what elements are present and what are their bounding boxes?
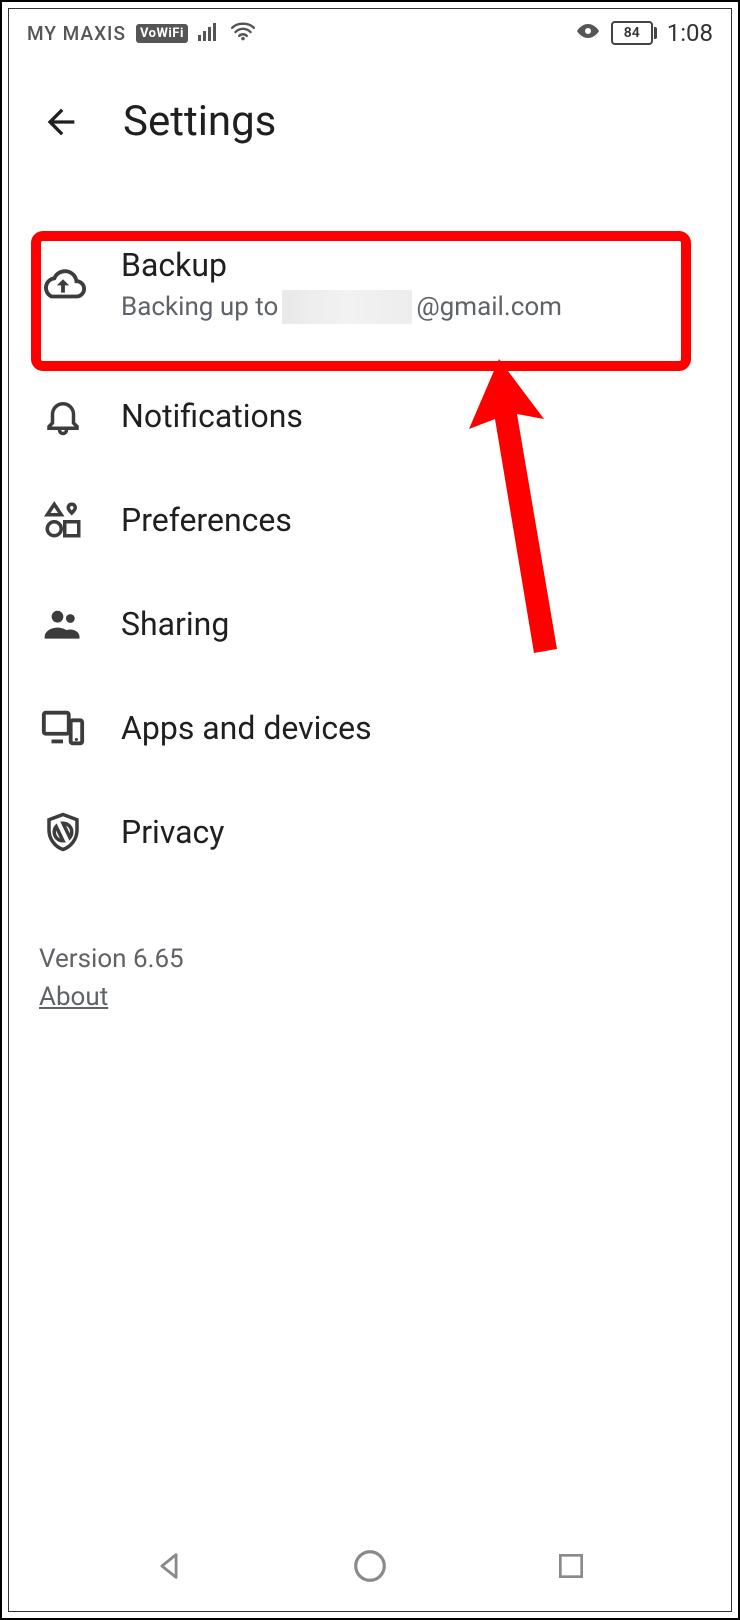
- circle-home-icon: [351, 1547, 389, 1585]
- clock-label: 1:08: [667, 19, 713, 47]
- shapes-icon: [39, 496, 87, 544]
- preferences-label: Preferences: [121, 501, 292, 539]
- carrier-label: MY MAXIS: [27, 22, 126, 45]
- people-icon: [39, 600, 87, 648]
- battery-indicator: 84: [611, 21, 657, 45]
- arrow-left-icon: [41, 102, 81, 142]
- cloud-upload-icon: [39, 261, 87, 309]
- footer-info: Version 6.65 About: [9, 884, 731, 1012]
- page-title: Settings: [123, 97, 276, 146]
- status-bar: MY MAXIS VoWiFi 84 1:08: [9, 9, 731, 57]
- devices-icon: [39, 704, 87, 752]
- notifications-label: Notifications: [121, 397, 303, 435]
- settings-item-sharing[interactable]: Sharing: [9, 572, 731, 676]
- triangle-back-icon: [152, 1549, 186, 1583]
- square-recent-icon: [555, 1550, 587, 1582]
- wifi-icon: [230, 21, 256, 46]
- settings-item-privacy[interactable]: Privacy: [9, 780, 731, 884]
- eye-icon: [575, 21, 601, 45]
- apps-devices-label: Apps and devices: [121, 709, 372, 747]
- backup-label: Backup: [121, 246, 562, 284]
- signal-icon: [198, 21, 220, 46]
- sharing-label: Sharing: [121, 605, 229, 643]
- bell-icon: [39, 392, 87, 440]
- version-label: Version 6.65: [39, 944, 701, 974]
- settings-item-backup[interactable]: Backup Backing up to @gmail.com: [9, 206, 731, 364]
- settings-item-notifications[interactable]: Notifications: [9, 364, 731, 468]
- settings-item-apps-devices[interactable]: Apps and devices: [9, 676, 731, 780]
- shield-icon: [39, 808, 87, 856]
- battery-level: 84: [624, 25, 640, 41]
- backup-sub-prefix: Backing up to: [121, 292, 278, 322]
- nav-home-button[interactable]: [347, 1543, 393, 1589]
- about-link[interactable]: About: [39, 982, 108, 1012]
- nav-recent-button[interactable]: [548, 1543, 594, 1589]
- nav-back-button[interactable]: [146, 1543, 192, 1589]
- back-button[interactable]: [39, 100, 83, 144]
- redacted-email-user: [282, 290, 412, 324]
- backup-sub-suffix: @gmail.com: [416, 292, 562, 322]
- system-nav-bar: [9, 1521, 731, 1611]
- app-header: Settings: [9, 57, 731, 176]
- settings-list: Backup Backing up to @gmail.com Notifica…: [9, 176, 731, 884]
- vowifi-badge: VoWiFi: [136, 24, 188, 43]
- settings-item-preferences[interactable]: Preferences: [9, 468, 731, 572]
- backup-subtitle: Backing up to @gmail.com: [121, 290, 562, 324]
- privacy-label: Privacy: [121, 813, 224, 851]
